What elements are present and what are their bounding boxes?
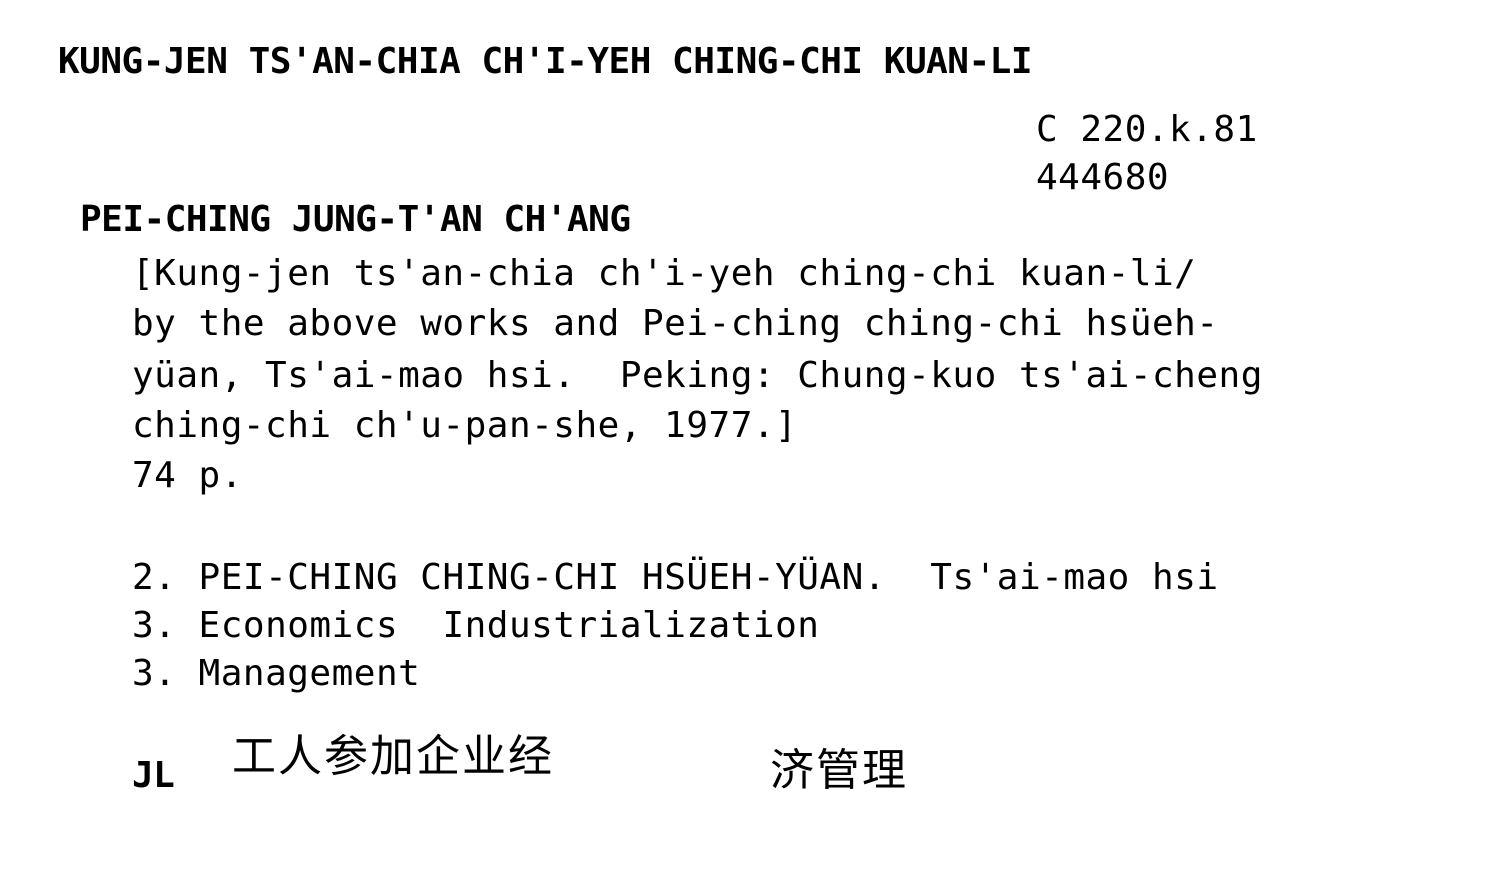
description-line: ching-chi ch'u-pan-she, 1977.]	[132, 405, 798, 446]
description-line: [Kung-jen ts'an-chia ch'i-yeh ching-chi …	[132, 253, 1197, 294]
chinese-title-part2: 济管理	[770, 745, 908, 796]
tracing-text: Management	[198, 653, 421, 694]
tracing-number: 3.	[132, 653, 177, 694]
tracing-item: 3. Economics Industrialization	[132, 606, 819, 646]
tracing-item: 2. PEI-CHING CHING-CHI HSÜEH-YÜAN. Ts'ai…	[132, 558, 1219, 598]
title-heading: KUNG-JEN TS'AN-CHIA CH'I-YEH CHING-CHI K…	[58, 41, 1033, 82]
classmark: C 220.k.81	[1036, 109, 1258, 150]
tracing-number: 3.	[132, 605, 177, 646]
language-code: JL	[132, 755, 175, 796]
tracing-text: Economics Industrialization	[198, 605, 820, 646]
tracing-text: PEI-CHING CHING-CHI HSÜEH-YÜAN. Ts'ai-ma…	[198, 557, 1219, 598]
description-line: yüan, Ts'ai-mao hsi. Peking: Chung-kuo t…	[132, 355, 1263, 396]
catalog-card: KUNG-JEN TS'AN-CHIA CH'I-YEH CHING-CHI K…	[0, 0, 1488, 878]
corporate-author: PEI-CHING JUNG-T'AN CH'ANG	[80, 199, 631, 240]
collation: 74 p.	[132, 455, 243, 496]
accession-number: 444680	[1036, 157, 1170, 198]
description-line: by the above works and Pei-ching ching-c…	[132, 303, 1219, 344]
chinese-title-part1: 工人参加企业经	[232, 731, 554, 782]
tracing-number: 2.	[132, 557, 177, 598]
tracing-item: 3. Management	[132, 654, 420, 694]
